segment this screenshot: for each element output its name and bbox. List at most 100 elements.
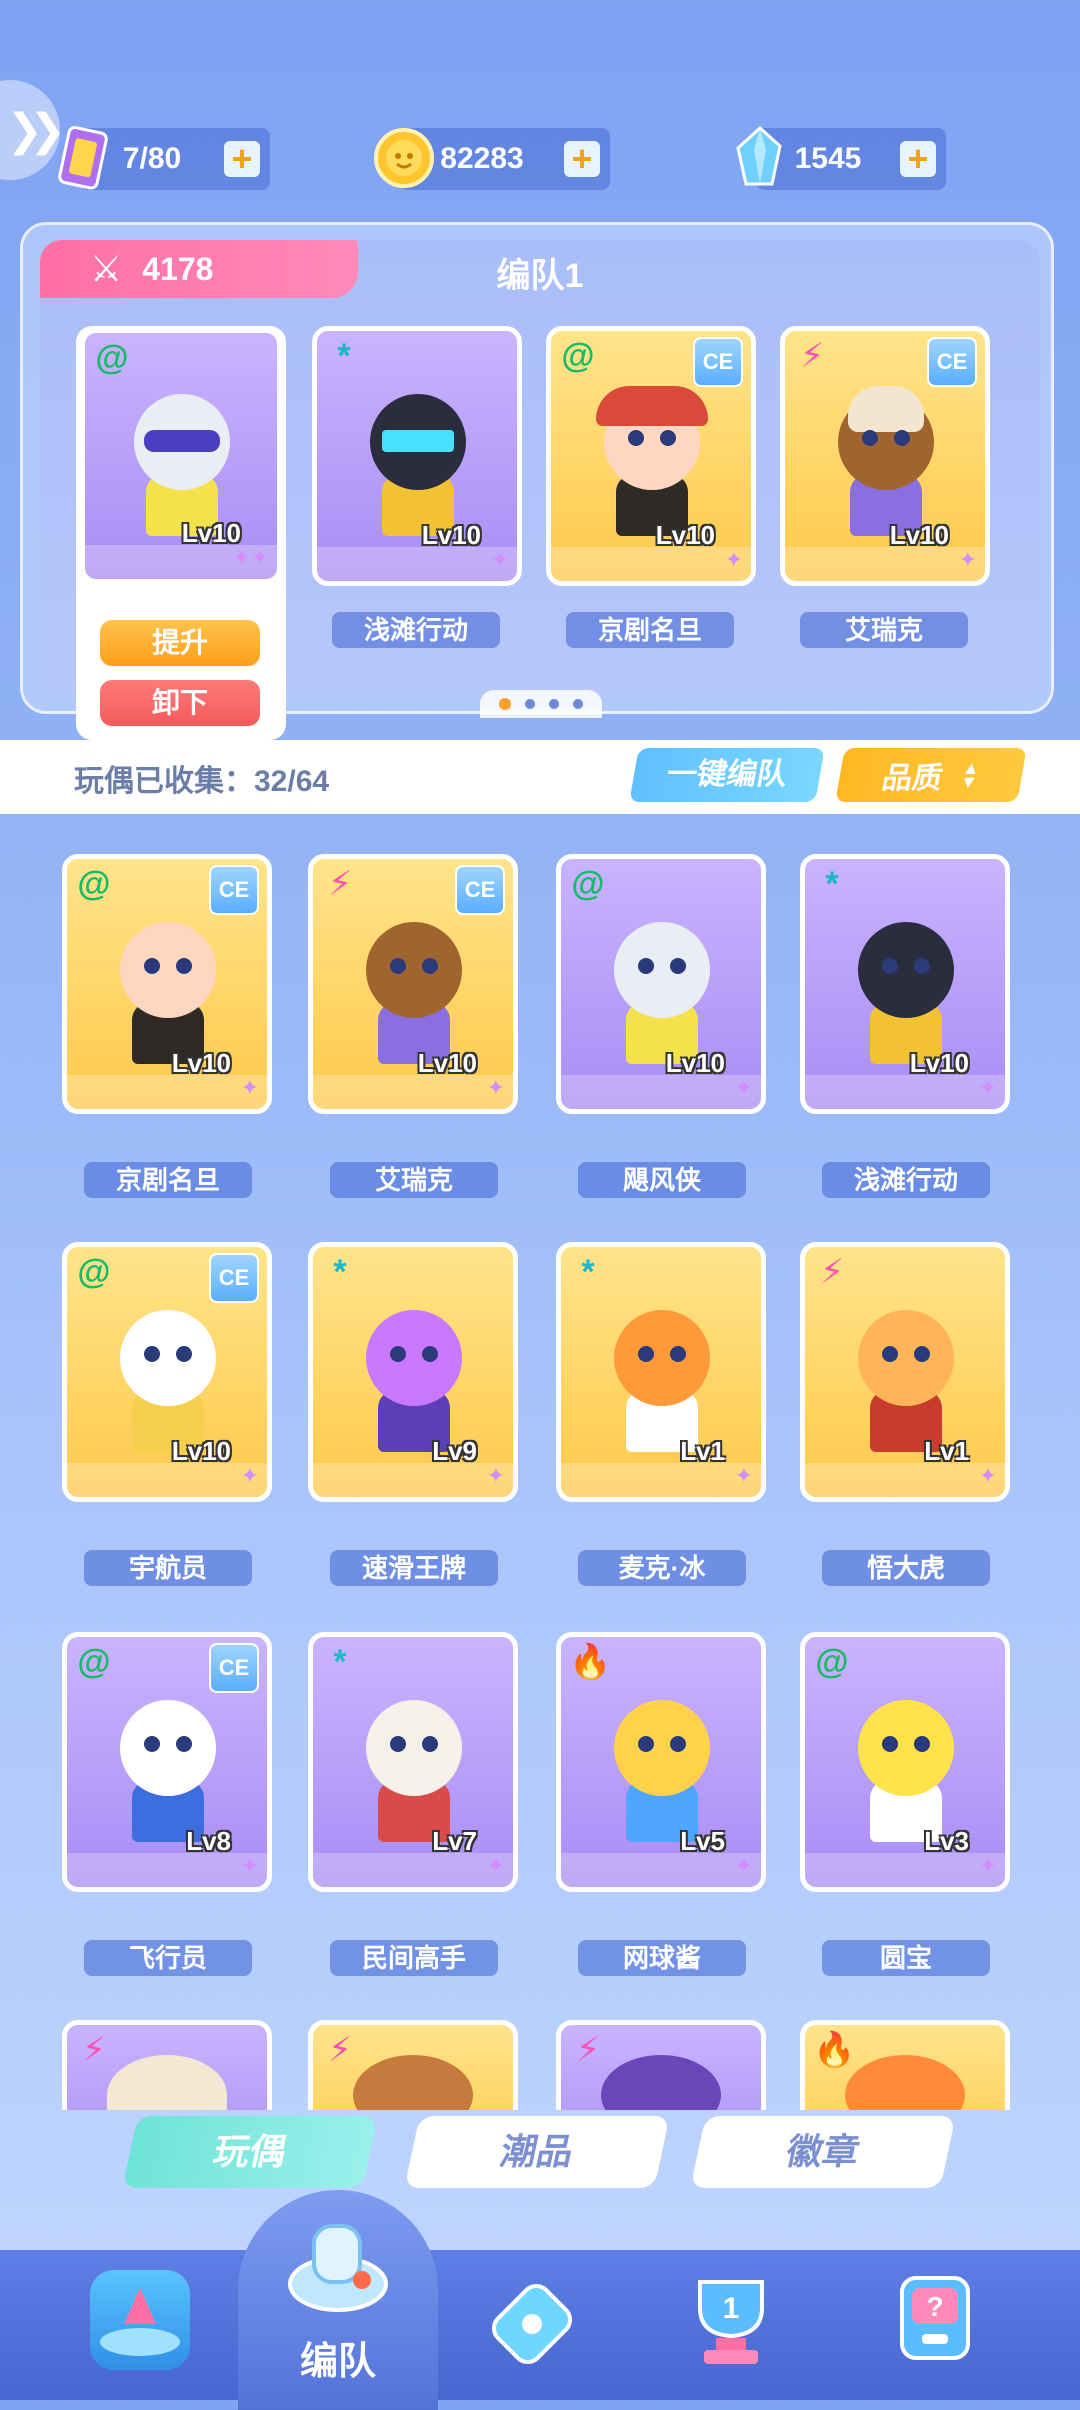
star-icon: ✦ (724, 547, 743, 572)
doll-card[interactable]: @ CE Lv10 ✦ (62, 854, 272, 1114)
doll-level: Lv1 (680, 1436, 725, 1466)
doll-card[interactable]: ⚡ Lv1 ✦ (800, 1242, 1010, 1502)
nav-trophy[interactable]: 1 (676, 2262, 776, 2364)
doll-card[interactable]: @ CE Lv8 ✦ (62, 1632, 272, 1892)
add-crystal-button[interactable]: + (900, 141, 936, 177)
nav-gacha[interactable]: ? (880, 2264, 980, 2364)
lightning-element-icon: ⚡ (82, 2031, 106, 2069)
doll-card-partial[interactable]: ⚡ (556, 2020, 766, 2110)
collection-count: 玩偶已收集：32/64 (74, 765, 330, 798)
doll-name: 艾瑞克 (330, 1162, 498, 1198)
doll-card-partial[interactable]: ⚡ (308, 2020, 518, 2110)
doll-figure (348, 1302, 478, 1452)
doll-name: 圆宝 (822, 1940, 990, 1976)
team-slot-3[interactable]: @ CE Lv10 ✦ (546, 326, 756, 586)
asterisk-element-icon: * (337, 337, 351, 375)
ce-badge: CE (693, 337, 743, 387)
doll-level: Lv10 (665, 1048, 725, 1078)
ticket-icon (50, 124, 118, 192)
doll-figure (348, 914, 478, 1064)
doll-card[interactable]: ⚡ CE Lv10 ✦ (308, 854, 518, 1114)
doll-card[interactable]: * Lv10 ✦ (800, 854, 1010, 1114)
one-click-team-label: 一键编队 (664, 758, 790, 791)
gacha-machine-icon: ? (900, 2276, 970, 2360)
doll-card[interactable]: * Lv9 ✦ (308, 1242, 518, 1502)
trophy-icon: 1 (698, 2280, 764, 2364)
doll-figure (102, 1692, 232, 1842)
star-icon: ✦ (958, 547, 977, 572)
star-icon: ✦ (978, 1075, 997, 1100)
add-coin-button[interactable]: + (564, 141, 600, 177)
team-slot-1[interactable]: @ Lv10 ✦✦ (80, 328, 282, 584)
star-icon: ✦ (734, 1853, 753, 1878)
asterisk-element-icon: * (825, 865, 839, 903)
ticket-currency: 7/80 + (58, 126, 270, 190)
quality-sort-label: 品质 (879, 762, 946, 795)
doll-level: Lv10 (909, 1048, 969, 1078)
doll-name: 悟大虎 (822, 1550, 990, 1586)
nav-home[interactable] (90, 2270, 190, 2370)
upgrade-button[interactable]: 提升 (100, 620, 260, 666)
doll-level: Lv8 (186, 1826, 231, 1856)
doll-figure (102, 1302, 232, 1452)
spiral-element-icon: @ (571, 865, 605, 903)
doll-grid-next-row: ⚡ ⚡ ⚡ 🔥 (0, 2014, 1080, 2110)
doll-card[interactable]: 🔥 Lv5 ✦ (556, 1632, 766, 1892)
team-member-name: 艾瑞克 (800, 612, 968, 648)
star-icon: ✦ (978, 1463, 997, 1488)
asterisk-element-icon: * (333, 1643, 347, 1681)
flame-element-icon: 🔥 (569, 1643, 612, 1681)
tab-badges[interactable]: 徽章 (690, 2116, 956, 2188)
doll-figure (840, 1692, 970, 1842)
team-slot-2[interactable]: * Lv10 ✦ (312, 326, 522, 586)
doll-card-partial[interactable]: 🔥 (800, 2020, 1010, 2110)
doll-card[interactable]: * Lv7 ✦ (308, 1632, 518, 1892)
nav-gamepad[interactable] (482, 2274, 582, 2374)
doll-figure (596, 914, 726, 1064)
doll-card[interactable]: @ CE Lv10 ✦ (62, 1242, 272, 1502)
lightning-element-icon: ⚡ (576, 2031, 600, 2069)
nav-team[interactable] (278, 2206, 398, 2326)
add-ticket-button[interactable]: + (224, 141, 260, 177)
team-title: 编队1 (496, 257, 584, 295)
ce-badge: CE (209, 1253, 259, 1303)
lightning-element-icon: ⚡ (820, 1253, 844, 1291)
tab-dolls[interactable]: 玩偶 (122, 2116, 378, 2188)
doll-figure (596, 1302, 726, 1452)
tab-label: 玩偶 (209, 2131, 291, 2172)
spiral-element-icon: @ (77, 1253, 111, 1291)
doll-level: Lv10 (421, 520, 481, 550)
doll-figure (596, 1692, 726, 1842)
ce-badge: CE (455, 865, 505, 915)
unload-button[interactable]: 卸下 (100, 680, 260, 726)
ce-badge: CE (927, 337, 977, 387)
page-dot (573, 699, 583, 709)
doll-card[interactable]: * Lv1 ✦ (556, 1242, 766, 1502)
quality-sort-button[interactable]: 品质 ▲ ▼ (835, 748, 1027, 802)
doll-card[interactable]: @ Lv10 ✦ (556, 854, 766, 1114)
tab-trendy[interactable]: 潮品 (404, 2116, 670, 2188)
page-indicator (480, 690, 602, 718)
spiral-element-icon: @ (77, 1643, 111, 1681)
doll-card[interactable]: @ Lv3 ✦ (800, 1632, 1010, 1892)
team-member-name: 京剧名旦 (566, 612, 734, 648)
svg-text:1: 1 (723, 2292, 740, 2325)
doll-level: Lv5 (680, 1826, 725, 1856)
page-dot (525, 699, 535, 709)
star-icon: ✦ (490, 547, 509, 572)
spiral-element-icon: @ (815, 1643, 849, 1681)
doll-name: 京剧名旦 (84, 1162, 252, 1198)
doll-card-partial[interactable]: ⚡ (62, 2020, 272, 2110)
star-icon: ✦✦ (232, 545, 269, 570)
team-slot-4[interactable]: ⚡ CE Lv10 ✦ (780, 326, 990, 586)
page-dot (549, 699, 559, 709)
doll-name: 飞行员 (84, 1940, 252, 1976)
star-icon: ✦ (486, 1463, 505, 1488)
doll-level: Lv10 (171, 1436, 231, 1466)
crossed-swords-icon: ⚔ (90, 248, 123, 289)
doll-figure (840, 914, 970, 1064)
ce-badge: CE (209, 865, 259, 915)
one-click-team-button[interactable]: 一键编队 (629, 748, 825, 802)
double-chevron-icon: ❯❯ (6, 105, 66, 155)
doll-level: Lv9 (432, 1436, 477, 1466)
